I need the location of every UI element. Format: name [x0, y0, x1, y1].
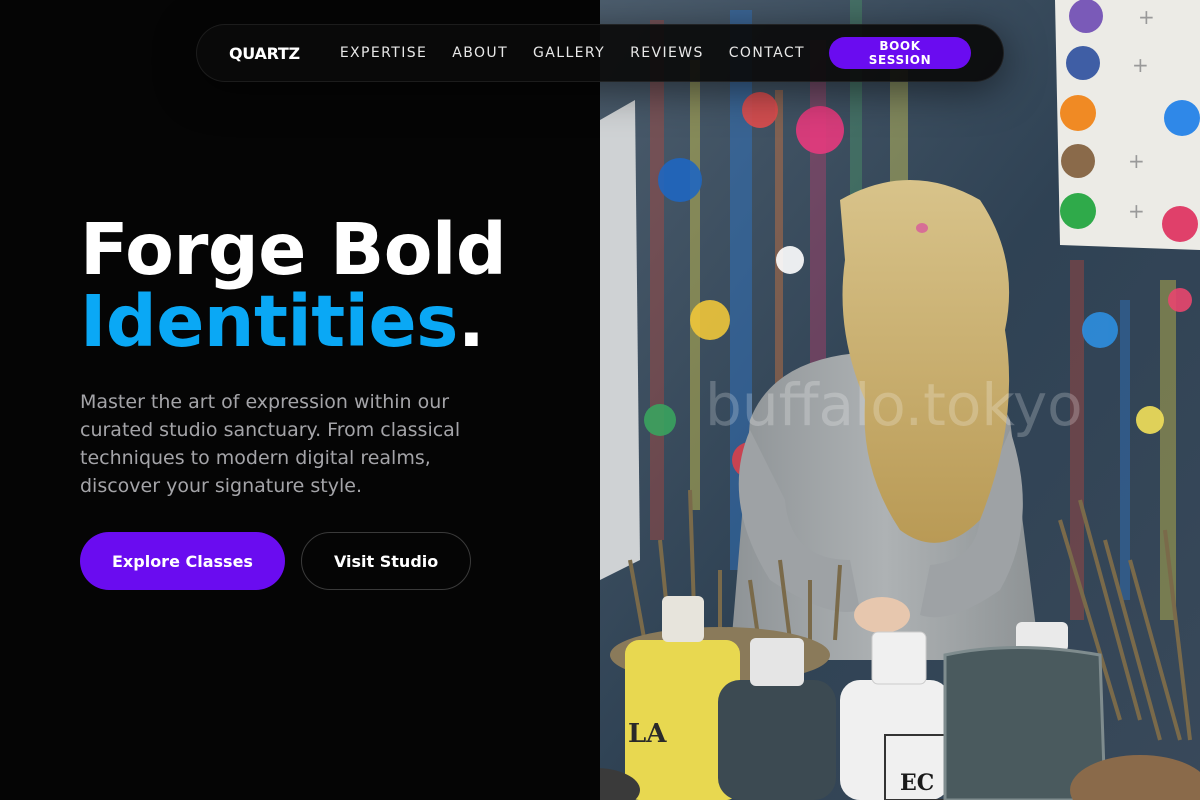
hero-subtitle: Master the art of expression within our … [80, 391, 461, 497]
brand-logo[interactable]: QUARTZ [229, 44, 300, 63]
visit-studio-button[interactable]: Visit Studio [300, 532, 472, 590]
hero-title-line1: Forge Bold [80, 208, 507, 291]
jar-label-left: LA [628, 719, 667, 749]
jar-label-right: EC [900, 770, 934, 796]
nav-link-reviews[interactable]: REVIEWS [630, 45, 704, 61]
svg-text:+: + [1132, 53, 1149, 77]
nav-links: EXPERTISE ABOUT GALLERY REVIEWS CONTACT [340, 45, 805, 61]
svg-text:+: + [1128, 149, 1145, 173]
watermark: buffalo.tokyo [705, 371, 1083, 439]
hero-section: Forge Bold Identities. Master the art of… [80, 214, 580, 590]
svg-text:+: + [1138, 5, 1155, 29]
hero-actions: Explore Classes Visit Studio [80, 532, 580, 590]
nav-link-expertise[interactable]: EXPERTISE [340, 45, 427, 61]
hero-photo: + + + + LA EC buffalo.tokyo [600, 0, 1200, 800]
explore-classes-button[interactable]: Explore Classes [80, 532, 285, 590]
nav-link-about[interactable]: ABOUT [452, 45, 508, 61]
nav-link-contact[interactable]: CONTACT [729, 45, 805, 61]
hero-title-dot: . [457, 280, 485, 363]
hero-title-line2: Identities [80, 280, 458, 363]
svg-text:+: + [1128, 199, 1145, 223]
hero-title: Forge Bold Identities. [80, 214, 580, 358]
nav-link-gallery[interactable]: GALLERY [533, 45, 605, 61]
top-navbar: QUARTZ EXPERTISE ABOUT GALLERY REVIEWS C… [196, 24, 1004, 82]
book-session-button[interactable]: BOOK SESSION [828, 37, 971, 69]
